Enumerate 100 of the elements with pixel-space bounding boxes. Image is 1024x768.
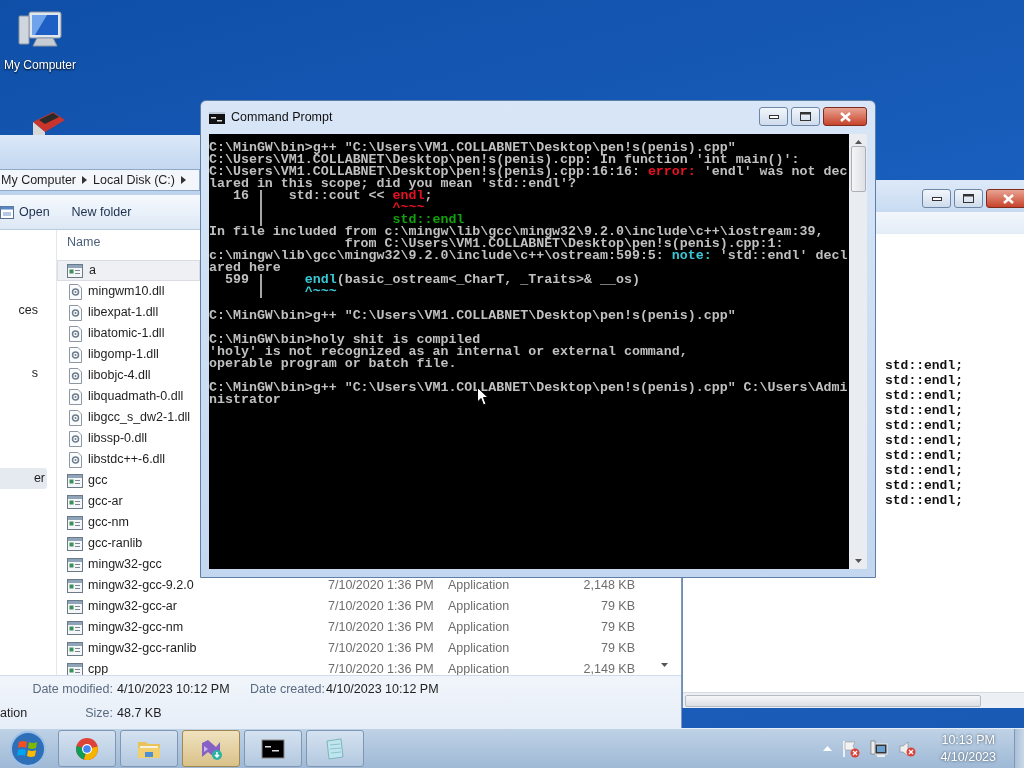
file-name: gcc	[88, 472, 108, 490]
clock-time: 10:13 PM	[941, 731, 995, 749]
file-name: libatomic-1.dll	[88, 325, 165, 343]
speaker-icon[interactable]	[898, 739, 917, 758]
file-type: Application	[448, 577, 510, 595]
file-row[interactable]: mingw32-gcc-ranlib 7/10/2020 1:36 PM Application 79 KB	[57, 638, 681, 659]
scroll-thumb[interactable]	[685, 694, 981, 707]
file-name: gcc-nm	[88, 514, 129, 532]
file-date: 7/10/2020 1:36 PM	[328, 661, 434, 675]
console-line: 'holy' is not recognized as an internal or external command,	[209, 346, 688, 358]
console-line: C:\Users\VM1.COLLABNET\Desktop\pen!s(penis).cpp:16:16: error: 'endl' was not dec	[209, 166, 848, 178]
close-button[interactable]	[823, 107, 867, 126]
console-line: c:\mingw\lib\gcc\mingw32\9.2.0\include\c++\ostream:599:5: note: 'std::endl' decl	[209, 250, 848, 262]
detail-label: Size:	[84, 705, 113, 722]
application-icon	[67, 557, 83, 572]
file-name: mingwm10.dll	[88, 283, 165, 301]
console-line: nistrator	[209, 394, 281, 406]
file-name: mingw32-gcc-ranlib	[88, 640, 197, 658]
file-name: gcc-ar	[88, 493, 123, 511]
scroll-thumb[interactable]	[850, 146, 866, 192]
minimize-button[interactable]	[922, 189, 951, 208]
library-file-icon	[69, 325, 82, 342]
maximize-button[interactable]	[791, 107, 820, 126]
library-file-icon	[69, 367, 82, 384]
code-line: std::endl;	[885, 433, 964, 448]
file-row[interactable]: mingw32-gcc-ar 7/10/2020 1:36 PM Application 79 KB	[57, 596, 681, 617]
file-type: Application	[448, 640, 510, 658]
code-line: std::endl;	[885, 418, 964, 433]
maximize-icon	[800, 112, 811, 121]
detail-label: Date modified:	[31, 681, 113, 698]
file-row[interactable]: libexpat-1.dll	[57, 302, 200, 323]
file-name: mingw32-gcc-nm	[88, 619, 184, 637]
nav-item[interactable]: ces	[0, 300, 40, 321]
detail-label: Date created:	[250, 681, 322, 698]
file-row[interactable]: libatomic-1.dll	[57, 323, 200, 344]
console-line: from C:\Users\VM1.COLLABNET\Desktop\pen!s(penis).cpp:1:	[344, 238, 784, 250]
toolbar-button[interactable]: Open	[0, 202, 50, 222]
breadcrumb-item[interactable]: Local Disk (C:)	[93, 170, 175, 190]
file-row[interactable]: mingw32-gcc-nm 7/10/2020 1:36 PM Application 79 KB	[57, 617, 681, 638]
console-line: | ^~~~	[255, 286, 337, 298]
detail-value: 48.7 KB	[116, 705, 163, 722]
console-line: C:\MinGW\bin>holy shit is compiled	[209, 334, 481, 346]
file-row[interactable]: gcc-nm	[57, 512, 200, 533]
terminal-icon	[261, 736, 285, 761]
close-icon	[839, 111, 851, 122]
nav-item[interactable]: s	[0, 363, 40, 384]
scroll-up-icon[interactable]	[854, 140, 862, 144]
chevron-icon	[82, 176, 88, 184]
flag-icon[interactable]	[842, 739, 861, 758]
close-button[interactable]	[986, 189, 1024, 208]
scroll-down-icon[interactable]	[661, 663, 668, 667]
file-row[interactable]: a	[57, 260, 200, 281]
file-size: 79 KB	[600, 619, 635, 637]
application-icon	[67, 578, 83, 593]
file-row[interactable]: gcc-ar	[57, 491, 200, 512]
breadcrumb-item[interactable]: My Computer	[1, 170, 77, 190]
file-row[interactable]: mingwm10.dll	[57, 281, 200, 302]
console-line: C:\Users\VM1.COLLABNET\Desktop\pen!s(penis).cpp: In function 'int main()':	[209, 154, 800, 166]
network-icon[interactable]	[870, 739, 889, 758]
file-row[interactable]: libquadmath-0.dll	[57, 386, 200, 407]
console-line: 599 | endl(basic_ostream<_CharT, _Traits>& __os)	[223, 274, 640, 286]
file-size: 79 KB	[600, 598, 635, 616]
file-row[interactable]: libstdc++-6.dll	[57, 449, 200, 470]
clock-date: 4/10/2023	[940, 748, 996, 766]
library-file-icon	[69, 451, 82, 468]
horizontal-scrollbar[interactable]	[683, 692, 1024, 708]
file-row[interactable]: gcc	[57, 470, 200, 491]
file-name: mingw32-gcc-9.2.0	[88, 577, 194, 595]
start-button[interactable]	[8, 728, 48, 768]
file-row[interactable]: gcc-ranlib	[57, 533, 200, 554]
file-type: Application	[448, 619, 510, 637]
nav-item[interactable]: er	[0, 468, 47, 489]
notepad-icon	[323, 736, 347, 761]
minimize-icon	[931, 196, 942, 201]
file-size: 2,149 KB	[583, 661, 635, 675]
console-line: | std::endl	[256, 214, 465, 226]
desktop-icon-label[interactable]: My Computer	[4, 56, 76, 74]
file-row[interactable]: libssp-0.dll	[57, 428, 200, 449]
file-type-label: ation	[0, 705, 29, 722]
file-type: Application	[448, 661, 510, 675]
file-row[interactable]: libgomp-1.dll	[57, 344, 200, 365]
vertical-scrollbar[interactable]	[849, 134, 867, 569]
file-size: 2,148 KB	[583, 577, 635, 595]
show-desktop-button[interactable]	[1014, 728, 1024, 768]
library-file-icon	[69, 430, 82, 447]
column-header[interactable]: Name	[57, 230, 200, 254]
maximize-button[interactable]	[954, 189, 983, 208]
file-row[interactable]: libobjc-4.dll	[57, 365, 200, 386]
file-row[interactable]: mingw32-gcc	[57, 554, 200, 575]
application-icon	[67, 494, 83, 509]
file-row[interactable]: mingw32-gcc-9.2.0 7/10/2020 1:36 PM Application 2,148 KB	[57, 575, 681, 596]
address-bar[interactable]: My Computer Local Disk (C:)	[0, 169, 200, 191]
toolbar-button[interactable]: New folder	[71, 202, 132, 222]
application-icon	[67, 599, 83, 614]
minimize-button[interactable]	[759, 107, 788, 126]
file-date: 7/10/2020 1:36 PM	[328, 640, 434, 658]
library-file-icon	[69, 388, 82, 405]
taskbar-button[interactable]	[244, 730, 302, 767]
scroll-down-icon[interactable]	[854, 559, 862, 563]
file-row[interactable]: libgcc_s_dw2-1.dll	[57, 407, 200, 428]
